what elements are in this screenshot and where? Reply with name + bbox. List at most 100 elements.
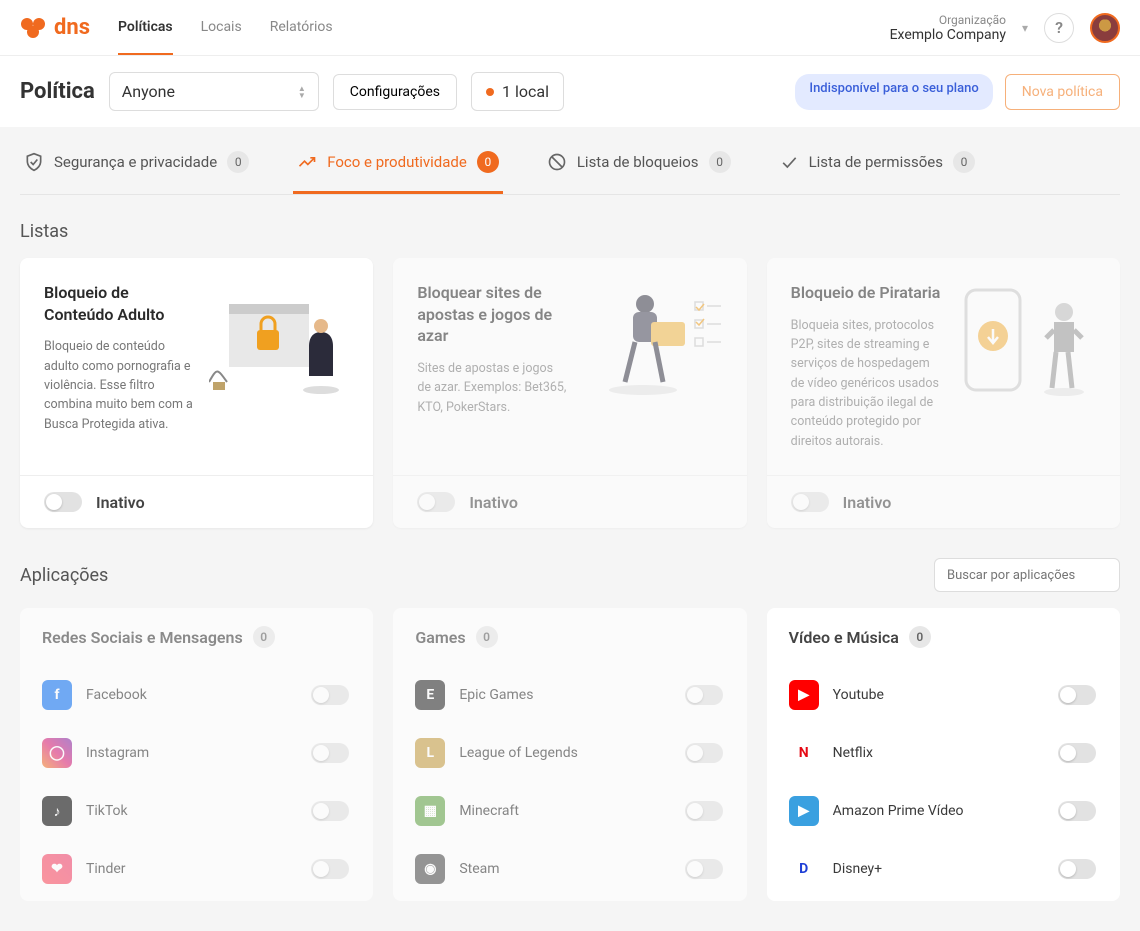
card-illustration [956, 282, 1096, 402]
app-toggle[interactable] [1058, 859, 1096, 879]
app-list[interactable]: f Facebook ◯ Instagram ♪ TikTok ❤ Tinder [20, 666, 363, 901]
card-status: Inativo [843, 493, 892, 512]
app-column: Vídeo e Música 0 ▶ Youtube N Netflix ▶ A… [767, 608, 1120, 901]
app-toggle[interactable] [685, 801, 723, 821]
app-column-count: 0 [253, 626, 275, 648]
app-name: Epic Games [459, 687, 670, 703]
app-icon: N [789, 738, 819, 768]
card-title: Bloqueio de Pirataria [791, 282, 942, 304]
app-row: ▶ Amazon Prime Vídeo [789, 782, 1096, 840]
app-icon: L [415, 738, 445, 768]
location-count: 1 local [502, 82, 549, 101]
app-name: Amazon Prime Vídeo [833, 803, 1044, 819]
card-toggle[interactable] [791, 492, 829, 512]
page-title: Política [20, 79, 95, 104]
policy-select[interactable]: Anyone ▲▼ [109, 72, 319, 111]
app-column-count: 0 [476, 626, 498, 648]
config-button[interactable]: Configurações [333, 74, 457, 110]
location-badge[interactable]: 1 local [471, 72, 564, 111]
tab-bloqueios[interactable]: Lista de bloqueios 0 [543, 151, 735, 194]
app-list[interactable]: ▶ Youtube N Netflix ▶ Amazon Prime Vídeo… [767, 666, 1110, 901]
trending-up-icon [297, 152, 317, 172]
list-card: Bloquear sites de apostas e jogos de aza… [393, 258, 746, 528]
app-name: League of Legends [459, 745, 670, 761]
app-toggle[interactable] [685, 685, 723, 705]
logo[interactable]: dns [20, 15, 90, 40]
nav-relatorios[interactable]: Relatórios [270, 1, 333, 55]
app-icon: ❤ [42, 854, 72, 884]
app-icon: ▶ [789, 680, 819, 710]
app-column-count: 0 [909, 626, 931, 648]
app-row: ▶ Youtube [789, 666, 1096, 724]
app-toggle[interactable] [1058, 743, 1096, 763]
app-toggle[interactable] [311, 801, 349, 821]
app-row: ▦ Minecraft [415, 782, 722, 840]
app-row: L League of Legends [415, 724, 722, 782]
app-column: Redes Sociais e Mensagens 0 f Facebook ◯… [20, 608, 373, 901]
org-label: Organização [890, 13, 1006, 27]
app-name: Instagram [86, 745, 297, 761]
app-icon: ◯ [42, 738, 72, 768]
app-name: Tinder [86, 861, 297, 877]
app-icon: f [42, 680, 72, 710]
nav-politicas[interactable]: Políticas [118, 1, 173, 55]
list-card: Bloqueio de Conteúdo Adulto Bloqueio de … [20, 258, 373, 528]
app-row: E Epic Games [415, 666, 722, 724]
app-row: f Facebook [42, 666, 349, 724]
card-toggle[interactable] [417, 492, 455, 512]
select-chevron-icon: ▲▼ [298, 85, 306, 99]
app-toggle[interactable] [1058, 801, 1096, 821]
block-icon [547, 152, 567, 172]
app-row: ♪ TikTok [42, 782, 349, 840]
list-card: Bloqueio de Pirataria Bloqueia sites, pr… [767, 258, 1120, 528]
card-description: Bloqueio de conteúdo adulto como pornogr… [44, 337, 195, 434]
app-row: ◉ Steam [415, 840, 722, 898]
top-bar: dns Políticas Locais Relatórios Organiza… [0, 0, 1140, 56]
avatar[interactable] [1090, 13, 1120, 43]
app-row: ❤ Tinder [42, 840, 349, 898]
sub-bar: Política Anyone ▲▼ Configurações 1 local… [0, 56, 1140, 127]
plan-badge: Indisponível para o seu plano [795, 74, 992, 110]
app-name: Steam [459, 861, 670, 877]
app-search[interactable] [934, 558, 1120, 592]
app-toggle[interactable] [685, 743, 723, 763]
logo-icon [20, 16, 48, 40]
card-toggle[interactable] [44, 492, 82, 512]
app-row: N Netflix [789, 724, 1096, 782]
category-tabs: Segurança e privacidade 0 Foco e produti… [20, 127, 1120, 195]
status-dot-icon [486, 88, 494, 96]
logo-text: dns [54, 15, 90, 40]
app-toggle[interactable] [311, 859, 349, 879]
app-toggle[interactable] [311, 685, 349, 705]
app-icon: ▦ [415, 796, 445, 826]
app-toggle[interactable] [311, 743, 349, 763]
app-toggle[interactable] [1058, 685, 1096, 705]
aplicacoes-title: Aplicações [20, 565, 108, 586]
app-icon: ▶ [789, 796, 819, 826]
card-illustration [583, 282, 723, 402]
app-column-title: Vídeo e Música [789, 628, 899, 647]
help-button[interactable]: ? [1044, 13, 1074, 43]
nav-locais[interactable]: Locais [201, 1, 242, 55]
search-input[interactable] [947, 568, 1113, 583]
tab-seguranca[interactable]: Segurança e privacidade 0 [20, 151, 253, 194]
card-status: Inativo [96, 493, 145, 512]
app-name: Minecraft [459, 803, 670, 819]
check-icon [779, 152, 799, 172]
tab-foco[interactable]: Foco e produtividade 0 [293, 151, 503, 194]
org-selector[interactable]: Organização Exemplo Company [890, 13, 1006, 43]
app-row: D Disney+ [789, 840, 1096, 898]
app-name: Disney+ [833, 861, 1044, 877]
tab-permissoes[interactable]: Lista de permissões 0 [775, 151, 979, 194]
app-column-title: Redes Sociais e Mensagens [42, 628, 243, 647]
app-toggle[interactable] [685, 859, 723, 879]
org-name: Exemplo Company [890, 27, 1006, 43]
chevron-down-icon[interactable]: ▾ [1022, 21, 1028, 35]
app-name: Youtube [833, 687, 1044, 703]
app-list[interactable]: E Epic Games L League of Legends ▦ Minec… [393, 666, 736, 901]
app-name: TikTok [86, 803, 297, 819]
app-row: ◯ Instagram [42, 724, 349, 782]
app-icon: E [415, 680, 445, 710]
new-policy-button[interactable]: Nova política [1005, 74, 1120, 110]
main-nav: Políticas Locais Relatórios [118, 1, 333, 55]
